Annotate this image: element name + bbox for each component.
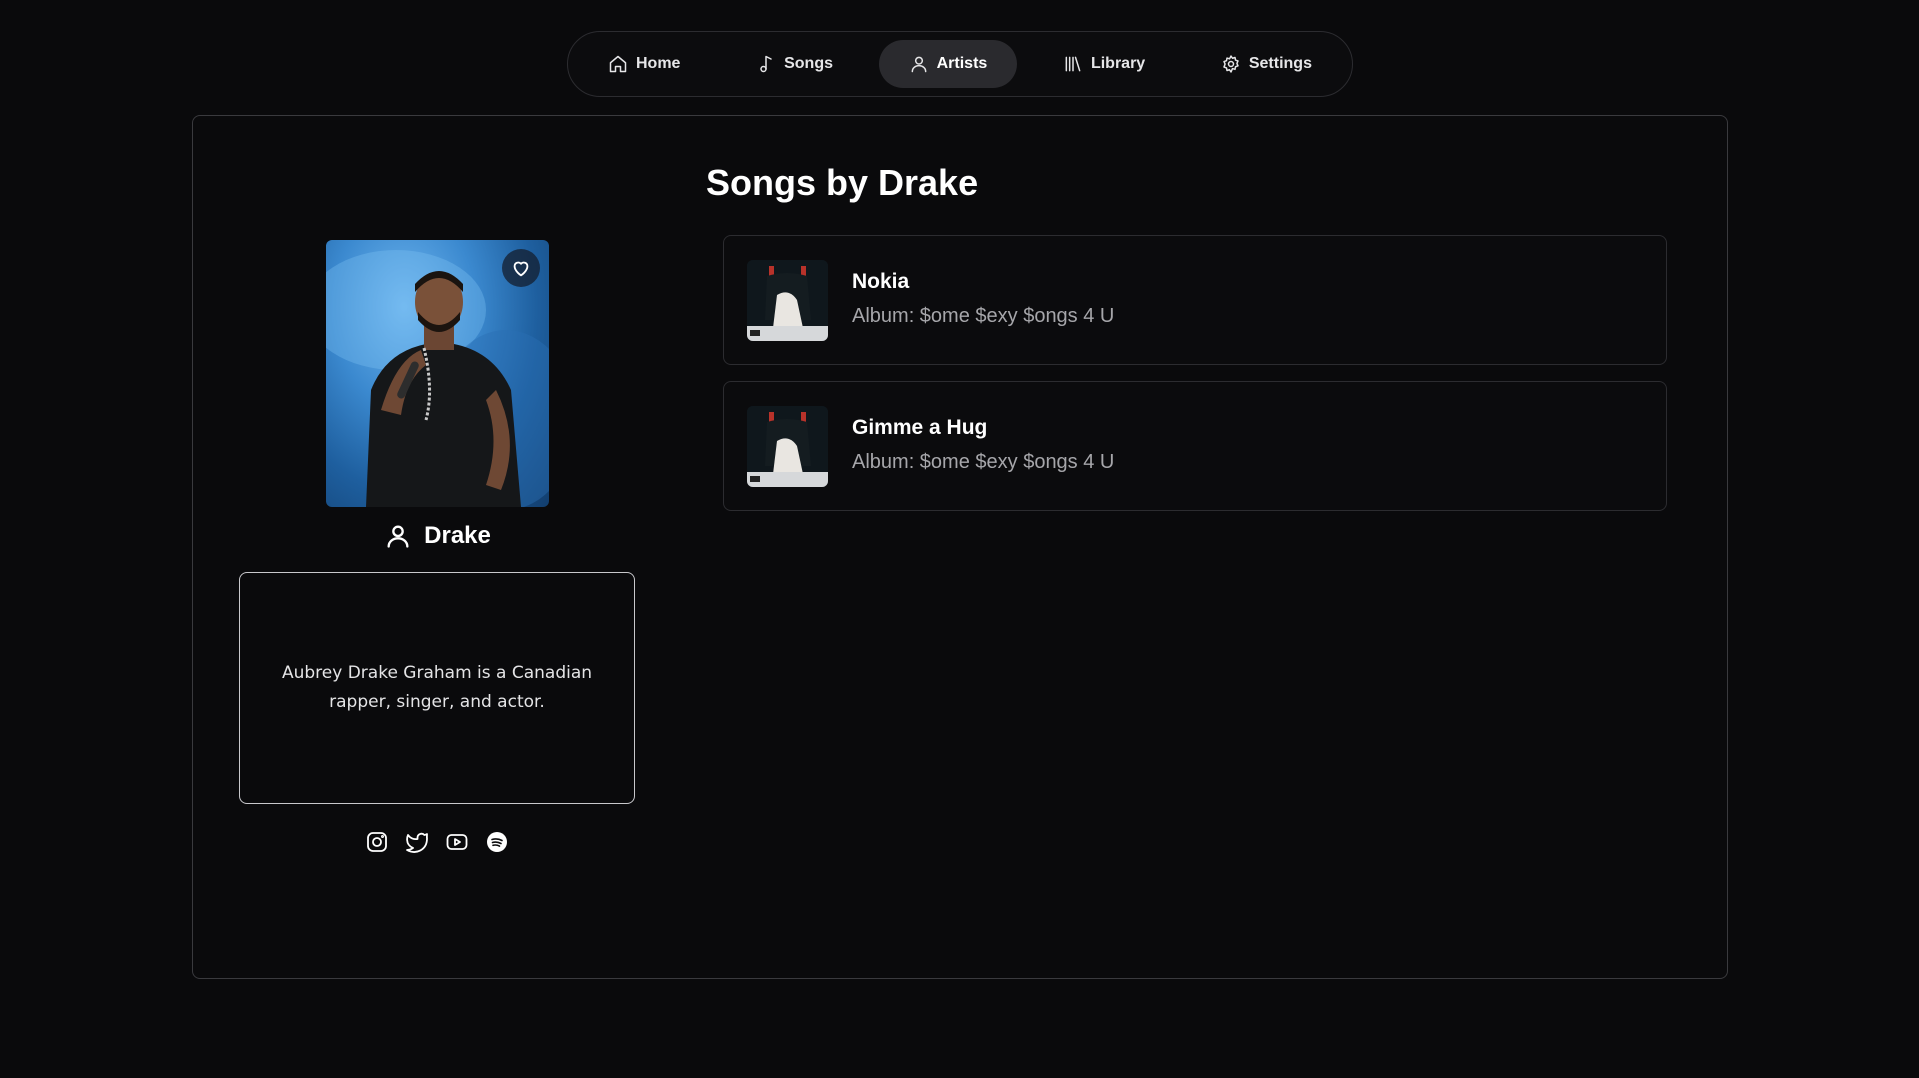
artist-name-row: Drake bbox=[326, 522, 549, 550]
song-title: Nokia bbox=[852, 270, 910, 293]
nav-settings-label: Settings bbox=[1248, 55, 1312, 72]
library-icon bbox=[1065, 56, 1081, 72]
home-icon bbox=[609, 55, 627, 73]
artist-name: Drake bbox=[424, 522, 491, 549]
nav-library-label: Library bbox=[1090, 55, 1146, 72]
artist-bio: Aubrey Drake Graham is a Canadian rapper… bbox=[281, 663, 593, 712]
gear-icon bbox=[1223, 55, 1239, 73]
instagram-link[interactable] bbox=[365, 830, 389, 854]
song-card[interactable]: Gimme a Hug Album: $ome $exy $ongs 4 U bbox=[723, 381, 1667, 511]
nav-artists[interactable]: Artists bbox=[878, 40, 1018, 88]
album-cover-art bbox=[747, 406, 828, 487]
user-icon bbox=[387, 525, 409, 548]
nav-songs[interactable]: Songs bbox=[726, 40, 863, 88]
user-icon bbox=[911, 56, 927, 73]
artist-detail-panel: Drake Aubrey Drake Graham is a Canadian … bbox=[192, 115, 1728, 979]
song-title: Gimme a Hug bbox=[852, 416, 988, 439]
spotify-icon bbox=[487, 832, 507, 852]
artist-bio-box: Aubrey Drake Graham is a Canadian rapper… bbox=[239, 572, 635, 804]
nav-home[interactable]: Home bbox=[578, 40, 710, 88]
top-navigation: Home Songs Artists Library Settings bbox=[567, 31, 1353, 97]
nav-songs-label: Songs bbox=[784, 55, 833, 72]
album-cover bbox=[747, 260, 828, 341]
instagram-icon bbox=[367, 832, 387, 852]
heart-icon bbox=[513, 261, 529, 277]
nav-artists-label: Artists bbox=[936, 55, 988, 72]
youtube-icon bbox=[446, 834, 468, 850]
artist-photo bbox=[326, 240, 549, 507]
twitter-icon bbox=[406, 832, 428, 853]
favorite-button[interactable] bbox=[502, 249, 540, 287]
song-album: Album: $ome $exy $ongs 4 U bbox=[852, 305, 1115, 327]
album-cover-art bbox=[747, 260, 828, 341]
nav-home-label: Home bbox=[636, 55, 681, 72]
song-card[interactable]: Nokia Album: $ome $exy $ongs 4 U bbox=[723, 235, 1667, 365]
song-album: Album: $ome $exy $ongs 4 U bbox=[852, 451, 1115, 473]
social-links bbox=[239, 830, 635, 854]
nav-library[interactable]: Library bbox=[1033, 40, 1175, 88]
youtube-link[interactable] bbox=[445, 830, 469, 854]
music-note-icon bbox=[760, 55, 772, 73]
songs-heading: Songs by Drake bbox=[706, 162, 979, 203]
twitter-link[interactable] bbox=[405, 830, 429, 854]
nav-settings[interactable]: Settings bbox=[1191, 40, 1342, 88]
album-cover bbox=[747, 406, 828, 487]
spotify-link[interactable] bbox=[485, 830, 509, 854]
